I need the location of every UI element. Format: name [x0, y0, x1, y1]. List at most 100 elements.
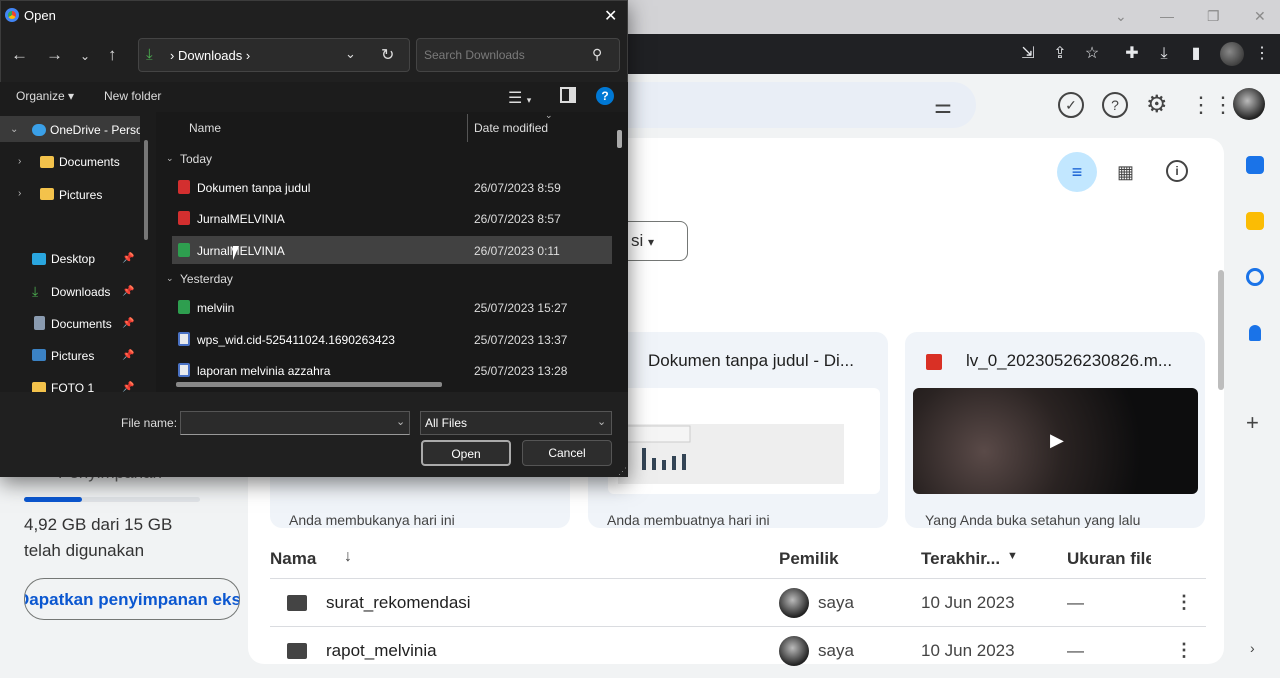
pin-icon[interactable]: 📌 [122, 318, 134, 329]
dropdown-icon[interactable]: ▼ [1007, 550, 1018, 562]
drive-search-bar[interactable] [600, 82, 976, 128]
nav-item-documents-quick[interactable]: Documents [51, 317, 112, 331]
star-icon[interactable]: ☆ [1082, 44, 1102, 64]
get-storage-button[interactable]: Dapatkan penyimpanan ekstra [24, 578, 240, 620]
group-header[interactable]: Today [180, 152, 212, 166]
nav-item-pictures[interactable]: Pictures [59, 188, 102, 202]
keep-icon[interactable] [1246, 212, 1264, 230]
help-icon[interactable]: ? [1102, 92, 1128, 118]
profile-avatar[interactable] [1220, 42, 1244, 66]
chevron-down-icon[interactable]: ⌄ [10, 124, 18, 135]
table-row-name[interactable]: surat_rekomendasi [326, 593, 471, 613]
share-icon[interactable]: ⇪ [1050, 44, 1070, 64]
file-name[interactable]: melviin [197, 301, 234, 315]
file-name[interactable]: JurnalMELVINIA [197, 244, 285, 258]
chevron-right-icon[interactable]: › [1250, 640, 1255, 656]
new-folder-button[interactable]: New folder [104, 89, 161, 103]
chevron-down-icon[interactable]: ⌄ [166, 153, 174, 164]
scrollbar[interactable] [617, 130, 622, 148]
column-date[interactable]: Date modified [474, 121, 548, 135]
maximize-icon[interactable]: ❐ [1207, 8, 1220, 25]
file-date: 25/07/2023 13:28 [474, 364, 568, 378]
search-icon[interactable]: ⚲ [592, 46, 602, 63]
download-icon[interactable]: ⤓ [1154, 44, 1174, 64]
pin-icon[interactable]: 📌 [122, 253, 134, 264]
info-icon[interactable]: i [1166, 160, 1188, 182]
card-subtitle: Yang Anda buka setahun yang lalu [925, 512, 1141, 528]
settings-icon[interactable]: ⚙ [1146, 90, 1168, 119]
organize-button[interactable]: Organize ▾ [16, 89, 74, 103]
spreadsheet-icon [178, 243, 190, 257]
help-icon[interactable]: ? [596, 87, 614, 105]
column-name[interactable]: Name [189, 121, 221, 135]
view-options-icon[interactable]: ☰ ▾ [508, 88, 531, 108]
scrollbar[interactable] [1218, 270, 1224, 390]
sort-arrow-icon[interactable]: ↓ [344, 548, 352, 566]
more-icon[interactable]: ⋮ [1175, 592, 1193, 613]
nav-item-desktop[interactable]: Desktop [51, 252, 95, 266]
close-icon[interactable]: ✕ [1254, 8, 1266, 25]
forward-icon[interactable]: → [46, 45, 63, 65]
menu-icon[interactable]: ⋮ [1252, 44, 1272, 64]
column-separator[interactable] [467, 114, 468, 142]
chevron-right-icon[interactable]: › [18, 188, 21, 199]
preview-pane-icon[interactable] [560, 87, 576, 103]
scrollbar[interactable] [144, 140, 148, 240]
more-icon[interactable]: ⋮ [1175, 640, 1193, 661]
play-icon[interactable]: ▶ [1050, 430, 1064, 451]
search-options-icon[interactable]: ⚌ [934, 94, 958, 118]
nav-item-pictures-quick[interactable]: Pictures [51, 349, 94, 363]
folder-icon [40, 188, 54, 200]
breadcrumb[interactable]: Downloads [178, 48, 242, 63]
pin-icon[interactable]: 📌 [122, 286, 134, 297]
column-owner[interactable]: Pemilik [779, 549, 839, 569]
calendar-icon[interactable] [1246, 156, 1264, 174]
column-name[interactable]: Nama [270, 549, 316, 569]
mouse-cursor-icon [233, 246, 239, 260]
minimize-icon[interactable]: — [1160, 8, 1174, 24]
table-row-name[interactable]: rapot_melvinia [326, 641, 437, 661]
chevron-down-icon[interactable]: ⌄ [396, 415, 405, 428]
file-name[interactable]: wps_wid.cid-525411024.1690263423 [197, 333, 395, 347]
table-row-owner: saya [818, 593, 854, 612]
chevron-down-icon[interactable]: ⌄ [1115, 8, 1127, 25]
nav-item-downloads[interactable]: Downloads [51, 285, 110, 299]
chevron-right-icon[interactable]: › [18, 156, 21, 167]
group-header[interactable]: Yesterday [180, 272, 233, 286]
resize-grip-icon[interactable]: ⋰ [618, 466, 627, 477]
filter-chip[interactable]: si ▾ [620, 221, 688, 261]
contacts-icon[interactable] [1249, 325, 1261, 341]
column-modified[interactable]: Terakhir... [921, 549, 1000, 569]
sidepanel-icon[interactable]: ▮ [1186, 44, 1206, 64]
nav-item-documents[interactable]: Documents [59, 155, 120, 169]
open-button[interactable]: Open [421, 440, 511, 466]
chevron-down-icon[interactable]: ⌄ [166, 273, 174, 284]
close-icon[interactable]: ✕ [604, 6, 617, 26]
up-icon[interactable]: ↑ [108, 45, 117, 65]
add-addon-icon[interactable]: + [1246, 410, 1259, 436]
tasks-icon[interactable] [1246, 268, 1264, 286]
cancel-button[interactable]: Cancel [522, 440, 612, 466]
desktop-icon [32, 253, 46, 265]
grid-view-icon[interactable]: ▦ [1117, 162, 1134, 183]
file-name[interactable]: Dokumen tanpa judul [197, 181, 310, 195]
column-size[interactable]: Ukuran file [1067, 549, 1151, 569]
filter-icon[interactable]: ≡ [1057, 152, 1097, 192]
chevron-down-icon[interactable]: ⌄ [597, 415, 606, 428]
extensions-icon[interactable]: ✚ [1122, 44, 1142, 64]
refresh-icon[interactable]: ↻ [381, 45, 394, 65]
install-icon[interactable]: ⇲ [1018, 44, 1038, 64]
nav-item-onedrive[interactable]: OneDrive - Personal [50, 123, 140, 137]
chevron-down-icon[interactable]: ⌄ [345, 46, 356, 62]
status-icon[interactable]: ✓ [1058, 92, 1084, 118]
back-icon[interactable]: ← [11, 45, 28, 65]
file-date: 25/07/2023 15:27 [474, 301, 568, 315]
file-name[interactable]: laporan melvinia azzahra [197, 364, 330, 378]
file-name[interactable]: JurnalMELVINIA [197, 212, 285, 226]
file-name-input[interactable] [180, 411, 410, 435]
file-date: 26/07/2023 8:57 [474, 212, 561, 226]
horizontal-scrollbar[interactable] [176, 382, 442, 387]
recent-locations-icon[interactable]: ⌄ [80, 49, 90, 63]
avatar[interactable] [1233, 88, 1265, 120]
pin-icon[interactable]: 📌 [122, 350, 134, 361]
